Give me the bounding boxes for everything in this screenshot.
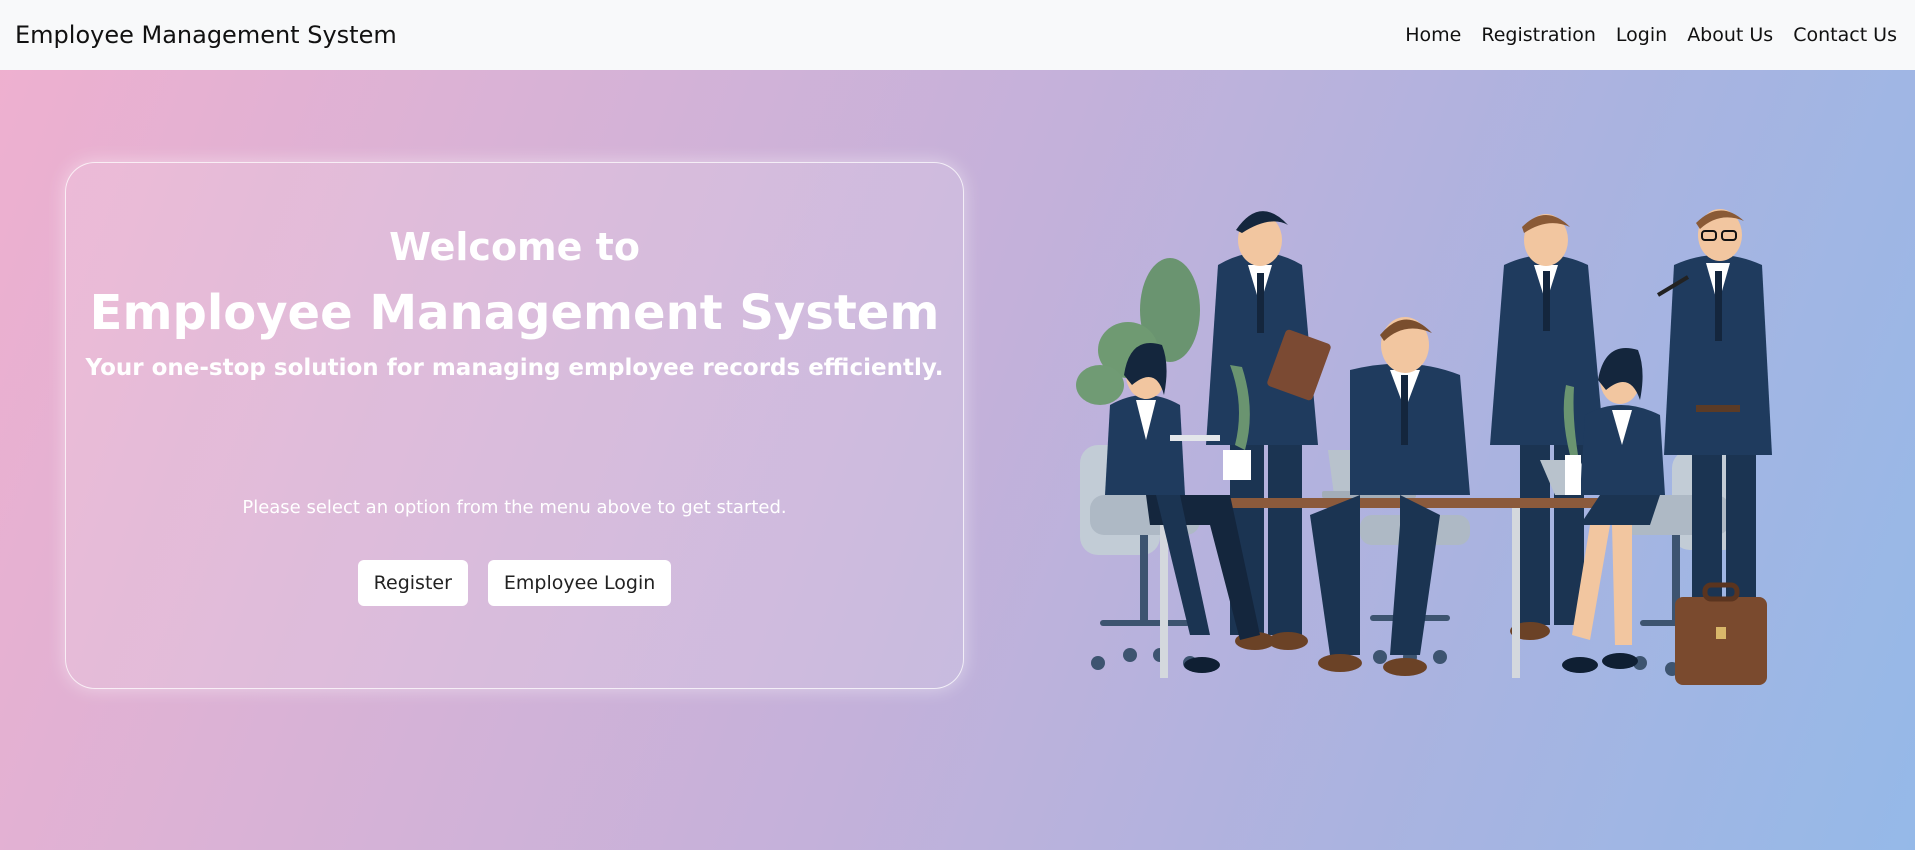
nav-link-registration[interactable]: Registration xyxy=(1481,24,1596,46)
employee-login-button[interactable]: Employee Login xyxy=(487,560,672,606)
welcome-heading: Welcome to xyxy=(389,225,640,269)
nav-link-login[interactable]: Login xyxy=(1616,24,1667,46)
nav-link-about-us[interactable]: About Us xyxy=(1687,24,1773,46)
nav-link-home[interactable]: Home xyxy=(1405,24,1461,46)
hero-title: Employee Management System xyxy=(89,285,940,341)
navbar: Employee Management System Home Registra… xyxy=(0,0,1915,70)
hero-card: Welcome to Employee Management System Yo… xyxy=(65,162,964,689)
hero-subtitle: Your one-stop solution for managing empl… xyxy=(85,355,944,381)
office-team-illustration xyxy=(1076,209,1772,685)
register-button[interactable]: Register xyxy=(357,560,468,606)
brand[interactable]: Employee Management System xyxy=(15,21,397,49)
nav-links: Home Registration Login About Us Contact… xyxy=(1405,24,1897,46)
hero-prompt: Please select an option from the menu ab… xyxy=(242,497,787,518)
nav-link-contact-us[interactable]: Contact Us xyxy=(1793,24,1897,46)
hero-actions: Register Employee Login xyxy=(66,560,963,606)
